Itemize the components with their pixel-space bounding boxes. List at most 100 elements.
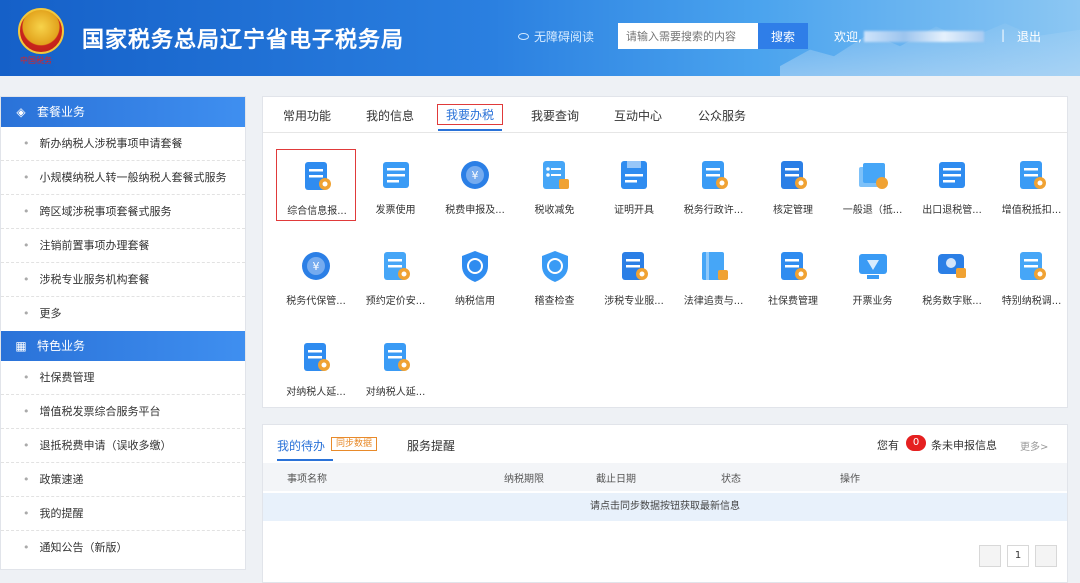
col-tax-period: 纳税期限	[504, 474, 544, 485]
pager-next-button[interactable]	[1035, 545, 1057, 567]
logout-link[interactable]: 退出	[1017, 28, 1041, 45]
svg-text:¥: ¥	[472, 169, 479, 182]
eye-icon	[518, 33, 529, 40]
professional-icon	[622, 252, 648, 280]
extension-alt-icon	[383, 343, 410, 371]
function-label: 法律追责与...	[683, 296, 744, 307]
function-item[interactable]: 对纳税人延...	[276, 331, 356, 403]
pricing-icon	[383, 252, 410, 280]
sidebar-item-more[interactable]: 更多	[1, 297, 245, 331]
site-title: 国家税务总局辽宁省电子税务局	[82, 28, 405, 53]
count-prefix: 您有	[877, 439, 899, 452]
function-label: 特别纳税调...	[1001, 296, 1062, 307]
pager-page-number[interactable]: 1	[1007, 545, 1029, 567]
sidebar-item[interactable]: 政策速递	[1, 463, 245, 497]
tab-common[interactable]: 常用功能	[283, 107, 331, 124]
function-item[interactable]: 发票使用	[356, 149, 436, 221]
svg-text:¥: ¥	[313, 260, 320, 273]
sidebar-item[interactable]: 小规模纳税人转一般纳税人套餐式服务	[1, 161, 245, 195]
refund-icon	[858, 163, 888, 189]
function-item[interactable]: ¥ 税务代保管...	[276, 240, 356, 312]
table-header: 事项名称 纳税期限 截止日期 状态 操作	[263, 463, 1067, 491]
search-button[interactable]: 搜索	[758, 23, 808, 49]
sidebar-item[interactable]: 涉税专业服务机构套餐	[1, 263, 245, 297]
col-deadline: 截止日期	[596, 474, 636, 485]
sync-data-button[interactable]: 同步数据	[331, 437, 378, 451]
tab-my-todo[interactable]: 我的待办	[277, 437, 325, 454]
credit-icon	[462, 251, 488, 282]
function-label: 对纳税人延...	[286, 387, 346, 398]
todo-panel: 我的待办 同步数据 服务提醒 您有 0 条未申报信息 更多> 事项名称 纳税期限…	[262, 424, 1068, 583]
function-item[interactable]: 核定管理	[753, 149, 833, 221]
sidebar-item[interactable]: 新办纳税人涉税事项申请套餐	[1, 127, 245, 161]
sidebar-item[interactable]: 增值税发票综合服务平台	[1, 395, 245, 429]
function-item[interactable]: 稽查检查	[515, 240, 595, 312]
function-item[interactable]: 综合信息报...	[276, 149, 356, 221]
function-label: 出口退税管...	[922, 205, 982, 216]
function-item[interactable]: 纳税信用	[435, 240, 515, 312]
search-input[interactable]	[618, 23, 758, 49]
function-item[interactable]: 预约定价安...	[356, 240, 436, 312]
function-item[interactable]: 税务行政许...	[674, 149, 754, 221]
social-security-icon	[781, 252, 807, 280]
tab-query[interactable]: 我要查询	[531, 107, 579, 124]
special-tax-icon	[1019, 252, 1046, 280]
function-item[interactable]: 税收减免	[515, 149, 595, 221]
function-item[interactable]: 涉税专业服...	[594, 240, 674, 312]
accessibility-link[interactable]: 无障碍阅读	[518, 28, 594, 45]
unfiled-count-badge: 0	[906, 435, 926, 451]
sidebar-item[interactable]: 社保费管理	[1, 361, 245, 395]
function-item[interactable]: 一般退（抵...	[833, 149, 913, 221]
empty-message-row: 请点击同步数据按钮获取最新信息	[263, 493, 1067, 521]
count-suffix: 条未申报信息	[931, 439, 997, 452]
sidebar-item[interactable]: 我的提醒	[1, 497, 245, 531]
function-label: 纳税信用	[455, 296, 495, 307]
function-item[interactable]: 对纳税人延...	[356, 331, 436, 403]
function-item[interactable]: 税务数字账...	[912, 240, 992, 312]
function-label: 发票使用	[375, 205, 416, 216]
license-icon	[701, 161, 728, 189]
sidebar-item[interactable]: 退抵税费申请（误收多缴）	[1, 429, 245, 463]
sidebar-item[interactable]: 通知公告（新版）	[1, 531, 245, 565]
layers-icon: ◈	[16, 105, 26, 119]
function-label: 税务代保管...	[286, 296, 346, 307]
function-label: 综合信息报...	[287, 206, 347, 217]
sidebar: ◈套餐业务 新办纳税人涉税事项申请套餐 小规模纳税人转一般纳税人套餐式服务 跨区…	[0, 96, 246, 570]
function-label: 税务数字账...	[922, 296, 982, 307]
function-item[interactable]: 社保费管理	[753, 240, 833, 312]
tab-service-reminder[interactable]: 服务提醒	[407, 437, 455, 454]
sidebar-item[interactable]: 跨区域涉税事项套餐式服务	[1, 195, 245, 229]
tab-public-service[interactable]: 公众服务	[698, 107, 746, 124]
function-item[interactable]: 增值税抵扣...	[992, 149, 1072, 221]
tab-my-info[interactable]: 我的信息	[366, 107, 414, 124]
function-item[interactable]: 开票业务	[833, 240, 913, 312]
function-item[interactable]: 法律追责与...	[674, 240, 754, 312]
function-item[interactable]: 出口退税管...	[912, 149, 992, 221]
welcome-text: 欢迎,	[834, 28, 984, 45]
vat-deduct-icon	[1019, 161, 1046, 189]
grid-icon: ▦	[15, 339, 27, 353]
function-label: 开票业务	[852, 296, 893, 307]
function-label: 预约定价安...	[365, 296, 426, 307]
tab-handle-tax[interactable]: 我要办税	[437, 104, 504, 131]
tab-interaction[interactable]: 互动中心	[614, 107, 662, 124]
function-label: 税务行政许...	[683, 205, 744, 216]
tax-relief-icon	[542, 161, 569, 189]
function-item[interactable]: 证明开具	[594, 149, 674, 221]
col-status: 状态	[721, 474, 741, 485]
col-action: 操作	[840, 474, 860, 485]
sidebar-section-package[interactable]: ◈ 套餐业务	[1, 97, 245, 127]
function-label: 一般退（抵...	[842, 205, 903, 216]
export-refund-icon	[939, 162, 965, 188]
custody-icon: ¥	[302, 252, 330, 280]
more-link[interactable]: 更多>	[1020, 438, 1048, 453]
function-item[interactable]: 特别纳税调...	[992, 240, 1072, 312]
extension-icon	[304, 343, 330, 371]
sidebar-item[interactable]: 注销前置事项办理套餐	[1, 229, 245, 263]
tax-emblem-icon	[18, 8, 64, 54]
emblem-seal-text: 中国税务	[20, 56, 52, 65]
function-label: 社保费管理	[768, 296, 818, 307]
pager-prev-button[interactable]	[979, 545, 1001, 567]
sidebar-section-featured[interactable]: ▦ 特色业务	[1, 331, 245, 361]
function-item[interactable]: ¥ 税费申报及...	[435, 149, 515, 221]
